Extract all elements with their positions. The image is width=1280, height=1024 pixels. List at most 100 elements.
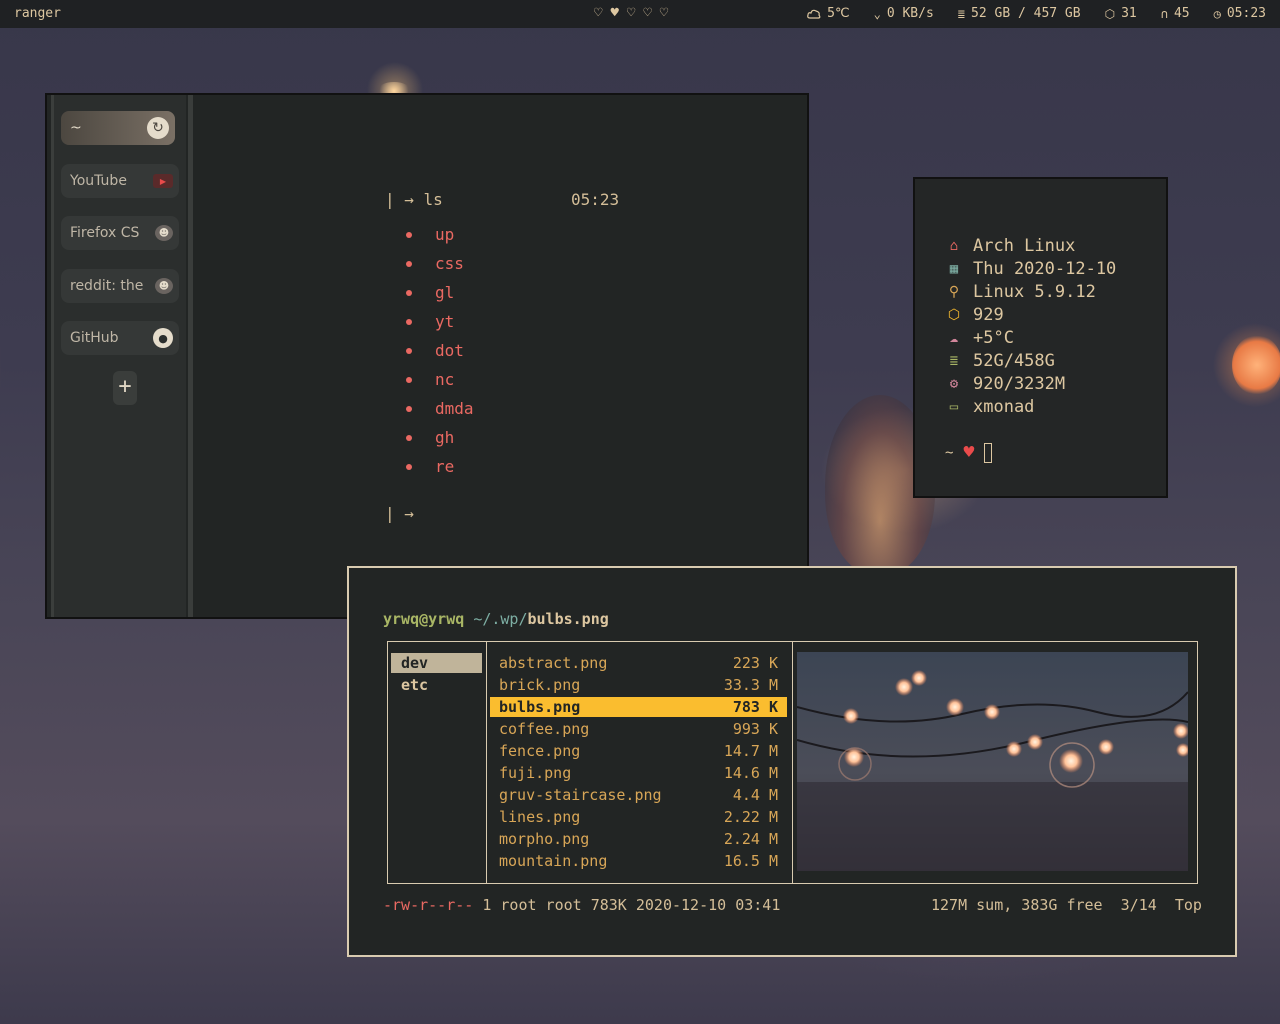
file-row[interactable]: coffee.png 993 K xyxy=(490,719,787,739)
network-module: ⌄ 0 KB/s xyxy=(874,6,934,21)
tab-firefox-css[interactable]: Firefox CS ☻ xyxy=(61,216,179,250)
tab-label: YouTube xyxy=(70,173,127,189)
link-css[interactable]: css xyxy=(435,254,464,273)
image-preview xyxy=(797,652,1188,871)
file-size: 14.6 M xyxy=(723,764,778,782)
link-dmda[interactable]: dmda xyxy=(435,399,474,418)
file-row[interactable]: fence.png 14.7 M xyxy=(490,741,787,761)
fetch-memory-value: 920/3232M xyxy=(973,374,1066,394)
disk-module: ≣ 52 GB / 457 GB xyxy=(958,6,1081,21)
workspace-heart-icon[interactable]: ♡ xyxy=(643,5,651,21)
link-nc[interactable]: nc xyxy=(435,370,454,389)
tab-label: ~ xyxy=(70,120,82,136)
file-row[interactable]: morpho.png 2.24 M xyxy=(490,829,787,849)
package-icon: ⬡ xyxy=(947,307,961,323)
link-re[interactable]: re xyxy=(435,457,454,476)
fetch-disk-value: 52G/458G xyxy=(973,351,1055,371)
dir-dev[interactable]: dev xyxy=(391,653,482,673)
workspace-heart-icon[interactable]: ♡ xyxy=(627,5,635,21)
tab-sidebar: ~ ↻ YouTube ▶ Firefox CS ☻ reddit: the ☻… xyxy=(51,95,193,617)
clock-module: ◷ 05:23 xyxy=(1214,6,1266,21)
link-gl[interactable]: gl xyxy=(435,283,454,302)
prompt-input[interactable]: | → xyxy=(385,504,414,523)
fetch-weather: ☁ +5°C xyxy=(945,328,1014,348)
youtube-icon: ▶ xyxy=(153,174,173,188)
database-icon: ≣ xyxy=(949,353,959,369)
workspace-heart-icon[interactable]: ♥ xyxy=(610,5,618,21)
chip-icon: ⚙ xyxy=(949,376,959,392)
tab-reddit[interactable]: reddit: the ☻ xyxy=(61,269,179,303)
dir-etc[interactable]: etc xyxy=(401,675,428,695)
fetch-terminal: ⌂ Arch Linux ▦ Thu 2020-12-10 ⚲ Linux 5.… xyxy=(913,177,1168,498)
cloud-icon xyxy=(807,9,821,19)
fetch-os-value: Arch Linux xyxy=(973,236,1076,256)
link-gh[interactable]: gh xyxy=(435,428,454,447)
fetch-prompt[interactable]: ~ ♥ xyxy=(945,442,993,463)
package-icon: ⬡ xyxy=(1104,6,1116,21)
cursor xyxy=(984,442,993,463)
link-up[interactable]: up xyxy=(435,225,454,244)
headphones-icon: ∩ xyxy=(1160,6,1168,21)
fetch-wm-value: xmonad xyxy=(973,397,1035,417)
prompt-time: 05:23 xyxy=(571,190,620,209)
file-row[interactable]: lines.png 2.22 M xyxy=(490,807,787,827)
file-size: 14.7 M xyxy=(723,742,778,760)
file-name: morpho.png xyxy=(499,830,590,848)
volume-module[interactable]: ∩ 45 xyxy=(1161,6,1190,21)
tab-youtube[interactable]: YouTube ▶ xyxy=(61,164,179,198)
bullet xyxy=(406,232,412,238)
chevron-down-icon: ⌄ xyxy=(873,6,881,21)
tab-label: Firefox CS xyxy=(70,225,140,241)
file-name: gruv-staircase.png xyxy=(499,786,662,804)
github-icon: ● xyxy=(153,328,173,348)
file-name: fence.png xyxy=(499,742,581,760)
file-info: -rw-r--r-- 1 root root 783K 2020-12-10 0… xyxy=(383,896,780,914)
file-size: 33.3 M xyxy=(723,676,778,694)
fetch-kernel-value: Linux 5.9.12 xyxy=(973,282,1096,302)
file-row[interactable]: fuji.png 14.6 M xyxy=(490,763,787,783)
heart-icon: ♥ xyxy=(963,442,975,463)
fetch-date: ▦ Thu 2020-12-10 xyxy=(945,259,1117,279)
file-size: 2.22 M xyxy=(723,808,778,826)
file-size: 993 K xyxy=(732,720,778,738)
bullet xyxy=(406,435,412,441)
link-dot[interactable]: dot xyxy=(435,341,464,360)
fetch-kernel: ⚲ Linux 5.9.12 xyxy=(945,282,1096,302)
weather-value: 5℃ xyxy=(827,6,850,21)
updates-module: ⬡ 31 xyxy=(1105,6,1137,21)
tab-github[interactable]: GitHub ● xyxy=(61,321,179,355)
file-name: bulbs.png xyxy=(499,698,581,716)
disk-summary: 127M sum, 383G free xyxy=(931,896,1103,914)
file-size: 16.5 M xyxy=(723,852,778,870)
ranger-summary: 127M sum, 383G free 3/14 Top xyxy=(931,896,1202,914)
bullet xyxy=(406,464,412,470)
file-row[interactable]: mountain.png 16.5 M xyxy=(490,851,787,871)
file-row[interactable]: bulbs.png 783 K xyxy=(490,697,787,717)
new-tab-button[interactable]: + xyxy=(113,371,137,405)
file-row[interactable]: gruv-staircase.png 4.4 M xyxy=(490,785,787,805)
file-row[interactable]: brick.png 33.3 M xyxy=(490,675,787,695)
workspace-indicators: ♡ ♥ ♡ ♡ ♡ xyxy=(594,5,668,21)
tab-home[interactable]: ~ ↻ xyxy=(61,111,175,145)
firefox-icon: ↻ xyxy=(147,117,169,139)
current-file: bulbs.png xyxy=(527,610,609,628)
calendar-icon: ▦ xyxy=(949,261,959,277)
file-permissions: -rw-r--r-- xyxy=(383,896,474,914)
top-status-bar: ranger ♡ ♥ ♡ ♡ ♡ 5℃ ⌄ 0 KB/s ≣ 52 GB / 4… xyxy=(0,0,1280,28)
fetch-memory: ⚙ 920/3232M xyxy=(945,374,1065,394)
file-name: mountain.png xyxy=(499,852,608,870)
bullet xyxy=(406,406,412,412)
prompt-command: | → ls xyxy=(385,190,443,209)
file-size: 2.24 M xyxy=(723,830,778,848)
link-yt[interactable]: yt xyxy=(435,312,454,331)
file-name: brick.png xyxy=(499,676,581,694)
home-icon: ⌂ xyxy=(949,238,959,254)
workspace-heart-icon[interactable]: ♡ xyxy=(660,5,668,21)
disk-value: 52 GB / 457 GB xyxy=(971,6,1081,21)
fetch-wm: ▭ xmonad xyxy=(945,397,1035,417)
bullet xyxy=(406,377,412,383)
file-row[interactable]: abstract.png 223 K xyxy=(490,653,787,673)
parent-column: dev etc xyxy=(388,642,487,883)
workspace-heart-icon[interactable]: ♡ xyxy=(594,5,602,21)
file-name: abstract.png xyxy=(499,654,608,672)
